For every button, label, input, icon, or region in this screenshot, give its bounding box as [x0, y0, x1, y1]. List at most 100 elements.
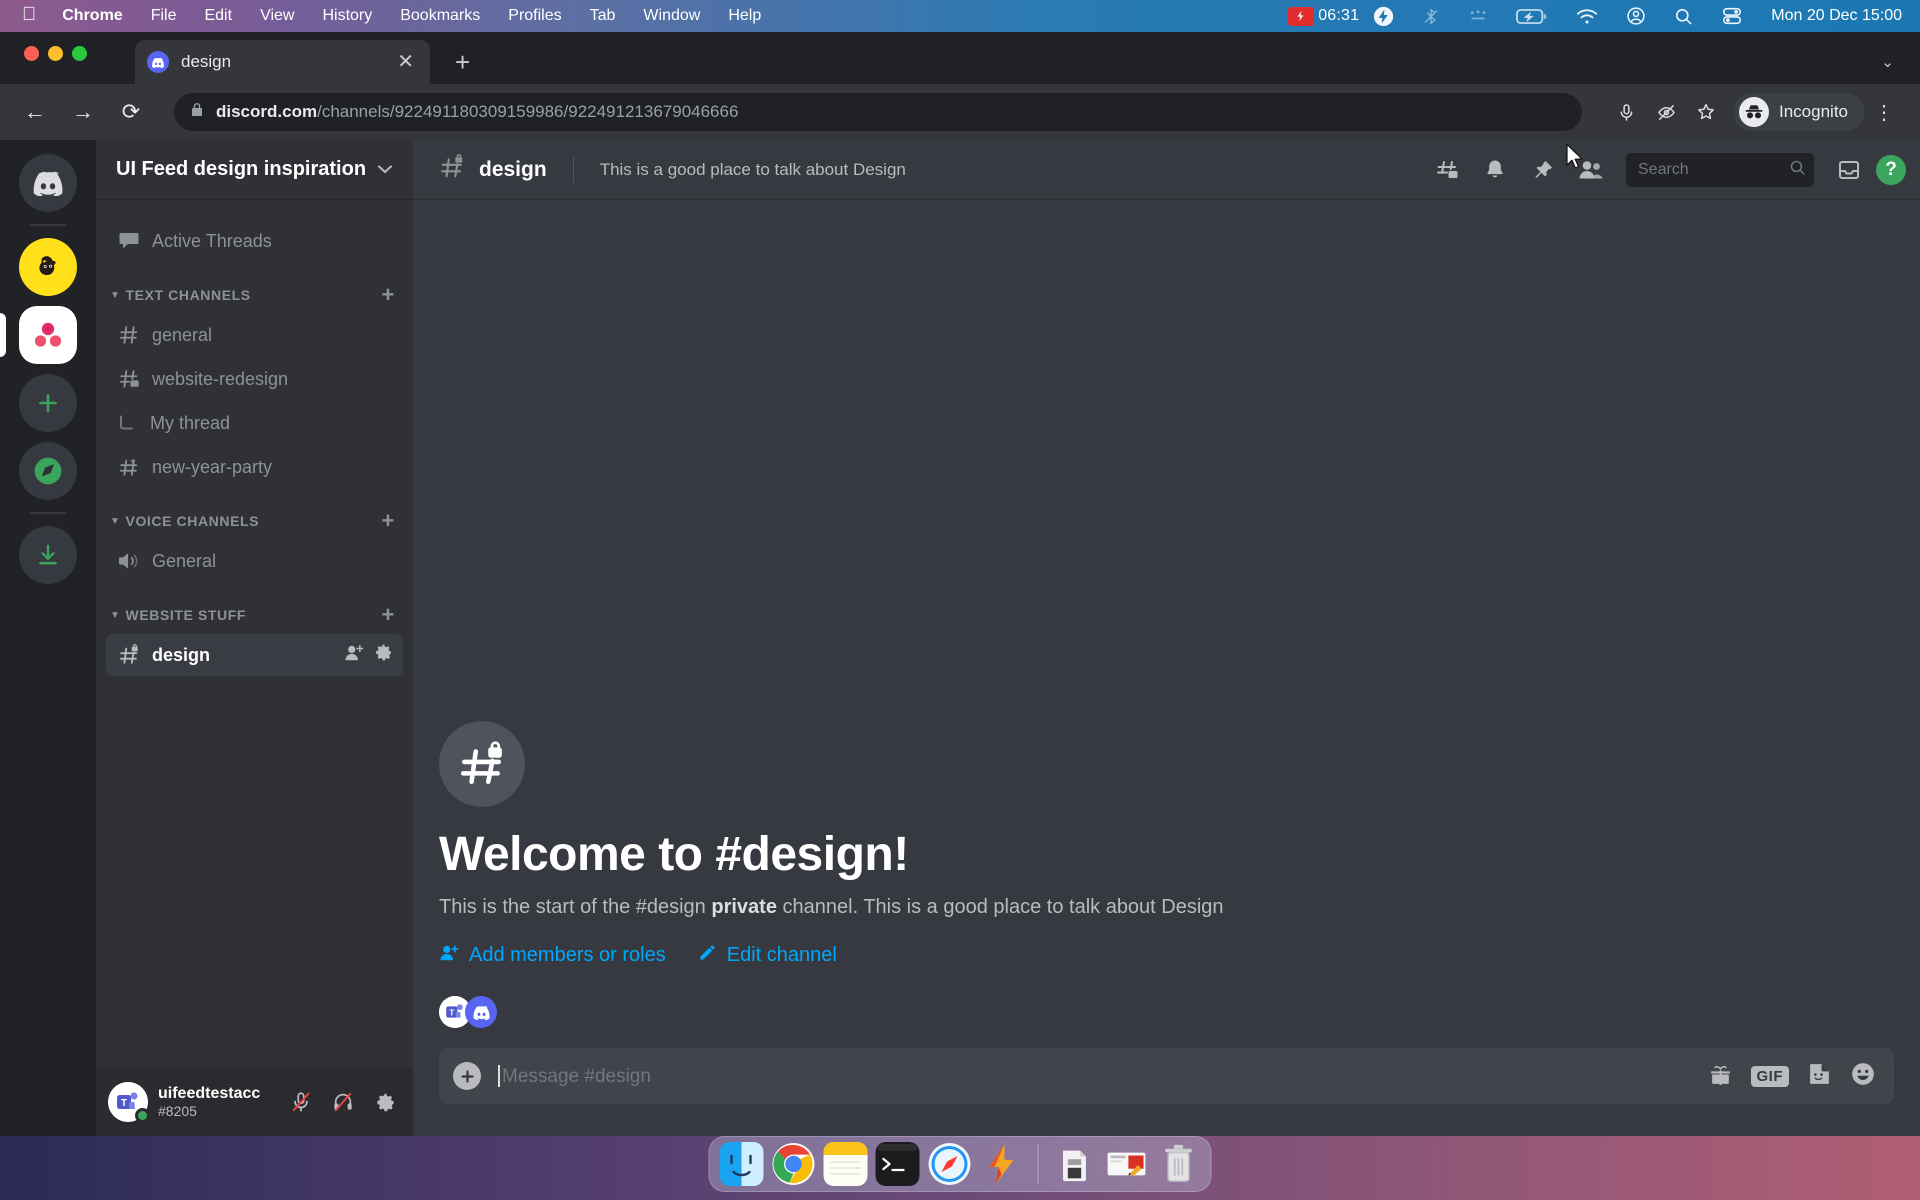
- dock-item-finder[interactable]: [719, 1142, 764, 1186]
- sidebar-item-voice-general[interactable]: General: [106, 540, 403, 582]
- control-center-icon[interactable]: [1707, 5, 1757, 27]
- gear-icon[interactable]: [374, 643, 393, 667]
- thread-branch-icon: [114, 413, 140, 433]
- emoji-icon[interactable]: [1850, 1061, 1876, 1092]
- control-dots-icon[interactable]: [1454, 8, 1502, 24]
- dock-item-trash[interactable]: [1157, 1142, 1201, 1186]
- battery-charging-icon[interactable]: [1502, 8, 1562, 25]
- category-website-stuff[interactable]: ▼ WEBSITE STUFF +: [96, 584, 413, 632]
- dock-item-chrome[interactable]: [772, 1142, 816, 1186]
- discord-favicon: [147, 51, 169, 73]
- sidebar-item-explore-servers[interactable]: [19, 442, 77, 500]
- sidebar-item-label: My thread: [150, 412, 231, 433]
- link-label: Edit channel: [726, 944, 837, 966]
- create-voice-channel-button[interactable]: +: [382, 510, 395, 532]
- sidebar-item-my-thread[interactable]: My thread: [106, 402, 403, 444]
- browser-tab[interactable]: design ✕: [135, 40, 430, 84]
- add-members-or-roles-link[interactable]: Add members or roles: [439, 944, 666, 968]
- maximize-window-button[interactable]: [72, 46, 87, 61]
- sidebar-item-add-server[interactable]: [19, 374, 77, 432]
- sidebar-item-new-year-party[interactable]: new-year-party: [106, 446, 403, 488]
- sidebar-item-guild-mailchimp[interactable]: [19, 238, 77, 296]
- menu-item-bookmarks[interactable]: Bookmarks: [386, 7, 494, 25]
- wifi-icon[interactable]: [1562, 8, 1612, 25]
- dock-item-file-preview[interactable]: [1105, 1142, 1149, 1186]
- inbox-icon[interactable]: [1828, 149, 1870, 191]
- flash-charging-icon[interactable]: [1359, 6, 1408, 27]
- add-member-icon[interactable]: [344, 644, 364, 667]
- close-window-button[interactable]: [24, 46, 39, 61]
- menu-item-window[interactable]: Window: [629, 7, 714, 25]
- create-channel-button-website-stuff[interactable]: +: [382, 604, 395, 626]
- sidebar-item-website-redesign[interactable]: website-redesign: [106, 358, 403, 400]
- dock-item-terminal[interactable]: [875, 1142, 920, 1186]
- menu-item-help[interactable]: Help: [714, 7, 775, 25]
- forward-button[interactable]: →: [66, 95, 100, 129]
- avatar[interactable]: T: [108, 1082, 150, 1123]
- threads-icon[interactable]: [1426, 149, 1468, 191]
- sidebar-item-download-apps[interactable]: [19, 526, 77, 584]
- tab-strip: design ✕ + ⌄: [0, 32, 1920, 84]
- menu-item-history[interactable]: History: [308, 7, 386, 25]
- menu-item-chrome[interactable]: Chrome: [48, 7, 136, 25]
- message-input[interactable]: Message #design: [495, 1064, 1694, 1088]
- dock-item-downloads-stack[interactable]: [1053, 1142, 1097, 1186]
- sidebar-item-guild-ui-feed[interactable]: [19, 306, 77, 364]
- back-button[interactable]: ←: [18, 95, 52, 129]
- guild-header[interactable]: UI Feed design inspiration: [96, 140, 413, 200]
- menubar-datetime[interactable]: Mon 20 Dec 15:00: [1757, 7, 1902, 25]
- incognito-profile-button[interactable]: Incognito: [1734, 93, 1864, 131]
- minimize-window-button[interactable]: [48, 46, 63, 61]
- deafen-headphone-icon[interactable]: [325, 1084, 361, 1120]
- search-icon[interactable]: [1660, 7, 1707, 26]
- incognito-icon: [1739, 97, 1769, 127]
- bluetooth-off-icon[interactable]: [1408, 6, 1454, 27]
- chevron-down-icon[interactable]: ⌄: [1881, 53, 1894, 71]
- help-button[interactable]: ?: [1876, 154, 1906, 185]
- menu-item-profiles[interactable]: Profiles: [494, 7, 575, 25]
- chrome-menu-button[interactable]: ⋮: [1868, 100, 1902, 125]
- account-icon[interactable]: [1612, 6, 1660, 26]
- facepile[interactable]: T: [439, 996, 1894, 1028]
- browser-toolbar: ← → ⟳ discord.com/channels/9224911803091…: [0, 84, 1920, 140]
- menu-item-file[interactable]: File: [137, 7, 191, 25]
- menu-item-tab[interactable]: Tab: [576, 7, 630, 25]
- category-voice-channels[interactable]: ▼ VOICE CHANNELS +: [96, 490, 413, 538]
- apple-logo-icon[interactable]: : [16, 4, 48, 29]
- microphone-icon[interactable]: [1608, 94, 1644, 130]
- search-input[interactable]: Search: [1626, 152, 1814, 187]
- mute-microphone-icon[interactable]: [283, 1084, 319, 1120]
- reload-button[interactable]: ⟳: [114, 95, 148, 129]
- sticker-icon[interactable]: [1807, 1061, 1832, 1091]
- sidebar-item-general[interactable]: general: [106, 314, 403, 356]
- upload-attachment-button[interactable]: [453, 1062, 481, 1090]
- chevron-down-icon[interactable]: [377, 161, 393, 178]
- sidebar-item-design[interactable]: design: [106, 634, 403, 676]
- address-bar[interactable]: discord.com/channels/922491180309159986/…: [174, 93, 1582, 131]
- dock-item-safari[interactable]: [928, 1142, 972, 1186]
- pinned-messages-icon[interactable]: [1522, 149, 1564, 191]
- gif-picker-button[interactable]: GIF: [1750, 1065, 1789, 1087]
- menu-item-edit[interactable]: Edit: [190, 7, 246, 25]
- user-settings-gear-icon[interactable]: [367, 1084, 403, 1120]
- eye-off-icon[interactable]: [1648, 94, 1684, 130]
- message-composer[interactable]: Message #design GIF: [439, 1048, 1894, 1104]
- category-text-channels[interactable]: ▼ TEXT CHANNELS +: [96, 264, 413, 312]
- dock-item-flash[interactable]: [980, 1142, 1024, 1186]
- close-tab-button[interactable]: ✕: [393, 52, 418, 72]
- edit-channel-link[interactable]: Edit channel: [698, 943, 837, 968]
- sidebar-item-label: general: [152, 324, 213, 345]
- notification-bell-icon[interactable]: [1474, 149, 1516, 191]
- dock-item-notes[interactable]: [823, 1142, 868, 1186]
- link-label: Add members or roles: [469, 944, 666, 966]
- user-panel: T uifeedtestacc #8205: [96, 1068, 413, 1136]
- sidebar-item-active-threads[interactable]: Active Threads: [106, 220, 403, 262]
- create-channel-button[interactable]: +: [382, 284, 395, 306]
- new-tab-button[interactable]: +: [455, 49, 470, 75]
- sidebar-item-home-discord[interactable]: [19, 154, 77, 212]
- menu-item-view[interactable]: View: [246, 7, 308, 25]
- bookmark-star-icon[interactable]: [1688, 94, 1724, 130]
- gift-icon[interactable]: [1708, 1061, 1733, 1091]
- channel-header: design This is a good place to talk abou…: [413, 140, 1920, 200]
- screen-record-icon[interactable]: [1288, 6, 1315, 26]
